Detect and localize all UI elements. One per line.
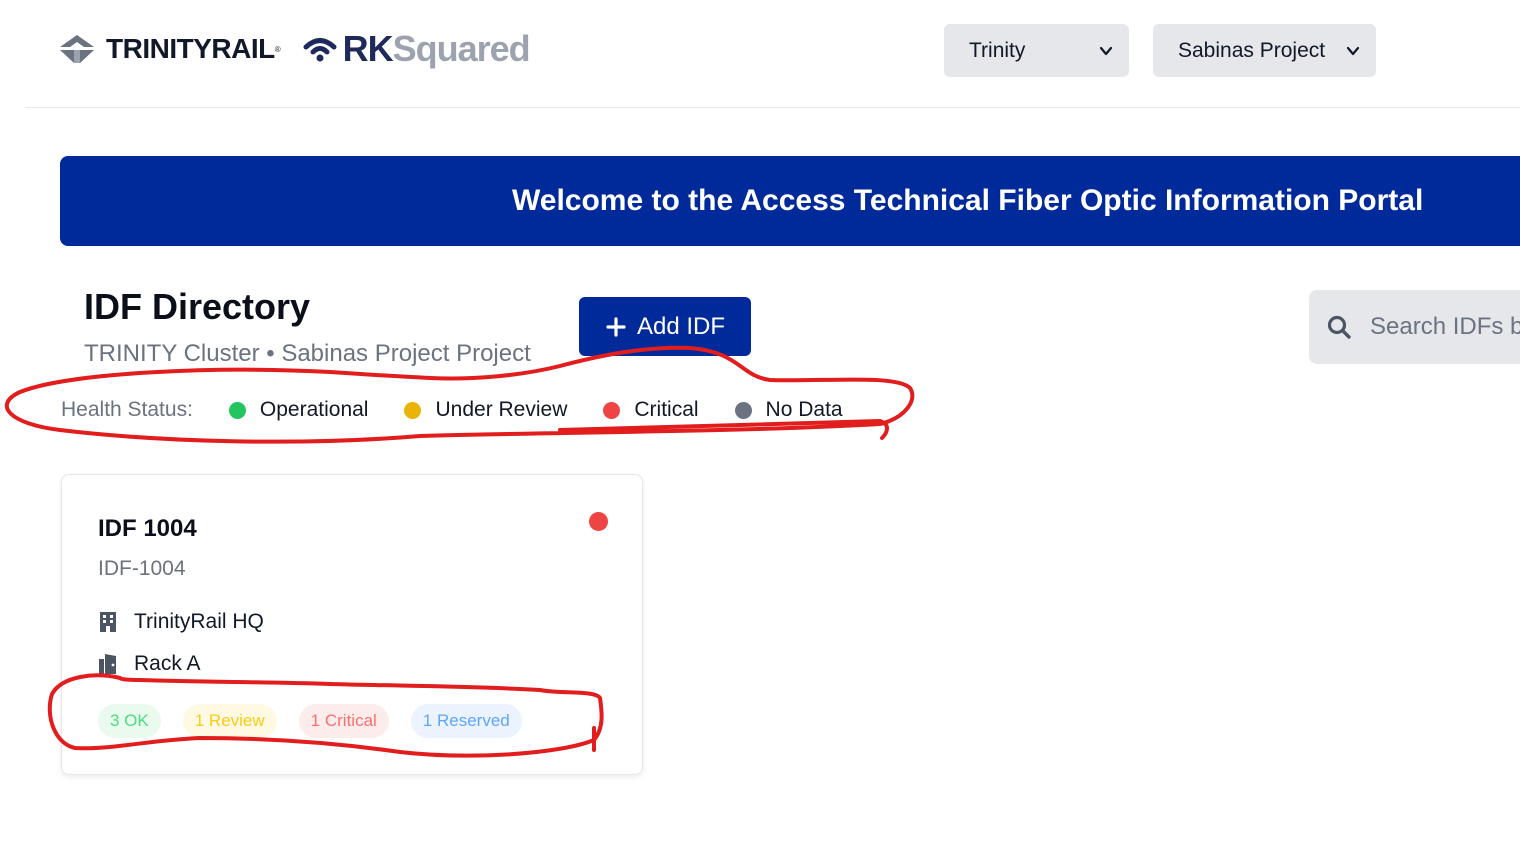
ok-count-badge: 3 OK <box>98 704 161 738</box>
idf-card-title: IDF 1004 <box>98 515 197 542</box>
header-logos: TRINITYRAIL ® RK Squared <box>58 26 531 72</box>
building-icon <box>100 612 116 632</box>
status-dot <box>603 401 621 419</box>
legend-label: Health Status: <box>61 398 193 421</box>
wifi-signal-icon <box>303 38 337 62</box>
status-dot <box>228 401 246 419</box>
legend-item-no-data: No Data <box>734 398 843 422</box>
legend-item-label: Under Review <box>435 398 568 421</box>
squared-wordmark: Squared <box>392 28 531 69</box>
banner-title: Welcome to the Access Technical Fiber Op… <box>512 184 1424 217</box>
project-select[interactable]: Sabinas Project <box>1153 24 1376 77</box>
rk-wordmark: RK <box>342 28 394 69</box>
review-count-badge: 1 Review <box>182 704 277 738</box>
idf-card[interactable]: IDF 1004 IDF-1004 TrinityRail HQ Rack A … <box>61 474 643 775</box>
project-select-value: Sabinas Project <box>1178 38 1326 62</box>
idf-location: TrinityRail HQ <box>98 610 264 634</box>
legend-item-under-review: Under Review <box>404 398 567 422</box>
add-idf-button[interactable]: Add IDF <box>579 297 751 356</box>
trinityrail-wordmark: TRINITYRAIL <box>106 33 275 64</box>
cluster-select-value: Trinity <box>969 38 1026 62</box>
status-dot <box>734 401 752 419</box>
idf-card-id: IDF-1004 <box>98 557 186 580</box>
legend-item-critical: Critical <box>603 398 699 422</box>
chevron-down-icon <box>1346 46 1360 55</box>
health-status-legend: Health Status: Operational Under Review … <box>61 398 843 422</box>
legend-item-label: No Data <box>765 398 843 421</box>
registered-mark: ® <box>274 44 281 54</box>
critical-count-badge: 1 Critical <box>298 704 389 738</box>
idf-rack-label: Rack A <box>134 652 201 675</box>
header-divider <box>25 107 1520 108</box>
legend-item-operational: Operational <box>228 398 369 422</box>
legend-item-label: Operational <box>259 398 369 421</box>
search-icon <box>1327 315 1351 339</box>
rksquared-logo: RK Squared <box>303 28 531 70</box>
plus-icon <box>606 316 626 337</box>
page-subtitle: TRINITY Cluster • Sabinas Project Projec… <box>84 340 531 367</box>
legend-item-label: Critical <box>634 398 699 421</box>
chevron-down-icon <box>1099 46 1113 55</box>
idf-location-label: TrinityRail HQ <box>134 610 264 633</box>
reserved-count-badge: 1 Reserved <box>410 704 522 738</box>
port-summary-badges: 3 OK 1 Review 1 Critical 1 Reserved <box>98 704 522 738</box>
add-idf-label: Add IDF <box>636 312 726 340</box>
idf-status-indicator <box>589 512 608 531</box>
search-box[interactable] <box>1309 290 1520 364</box>
search-input[interactable] <box>1370 313 1520 341</box>
status-dot <box>404 401 422 419</box>
page-title: IDF Directory <box>84 286 311 327</box>
cluster-select[interactable]: Trinity <box>944 24 1129 77</box>
trinity-arrow-icon <box>60 35 94 63</box>
trinityrail-logo: TRINITYRAIL ® <box>58 33 281 65</box>
door-icon <box>99 654 116 674</box>
idf-rack: Rack A <box>98 652 201 676</box>
welcome-banner: Welcome to the Access Technical Fiber Op… <box>60 156 1520 246</box>
